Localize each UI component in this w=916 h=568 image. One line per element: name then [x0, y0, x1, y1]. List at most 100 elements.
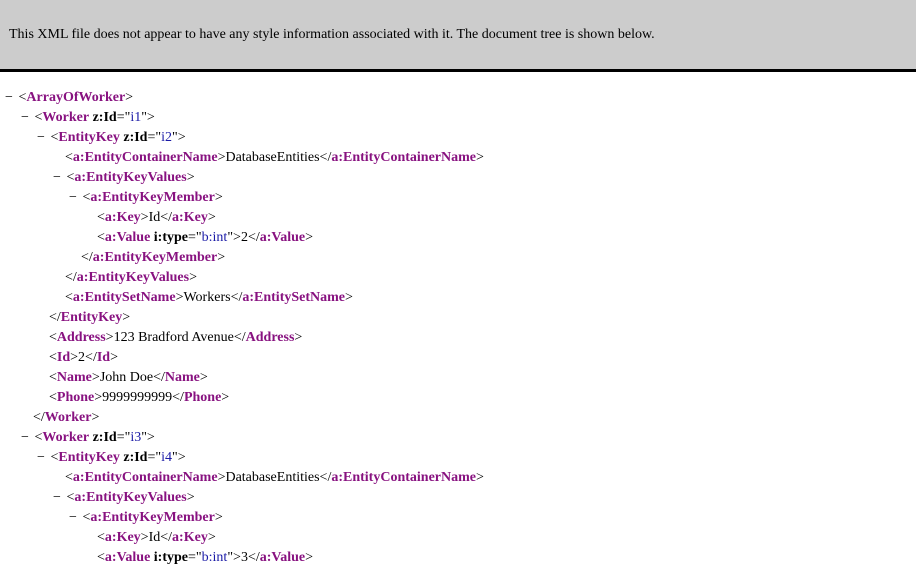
tag-bracket: >: [146, 110, 155, 125]
tag-name: Phone: [56, 390, 95, 405]
tag-bracket: >: [476, 470, 484, 485]
tag-bracket: >: [214, 190, 223, 205]
collapse-toggle-icon[interactable]: −: [69, 508, 79, 528]
tag-bracket: </: [247, 550, 260, 565]
tag-bracket: </: [33, 410, 45, 425]
tag-bracket: >: [233, 550, 241, 565]
attribute-value: b:int: [201, 230, 228, 245]
xml-info-banner: This XML file does not appear to have an…: [0, 0, 916, 72]
tag-bracket: >: [305, 230, 314, 245]
xml-line: − <a:EntityKeyValues>: [53, 488, 195, 508]
tag-bracket: >: [189, 270, 197, 285]
xml-line: − <EntityKey z:Id="i2">: [37, 128, 186, 148]
collapse-toggle-icon[interactable]: −: [53, 488, 63, 508]
tag-name: Name: [56, 370, 92, 385]
xml-line: − <a:EntityKeyMember>: [69, 188, 223, 208]
collapse-toggle-icon[interactable]: −: [37, 128, 47, 148]
element-text: DatabaseEntities: [225, 470, 320, 485]
tag-name: a:Key: [172, 210, 208, 225]
tag-name: a:Key: [104, 210, 141, 225]
tag-bracket: <: [49, 390, 57, 405]
attribute-name: i:type: [153, 550, 189, 565]
xml-line: <a:Key>Id</a:Key>: [97, 528, 216, 548]
xml-line: </EntityKey>: [49, 308, 130, 328]
tag-name: a:EntityKeyValues: [76, 270, 190, 285]
tag-bracket: >: [91, 370, 100, 385]
tag-name: EntityKey: [60, 310, 123, 325]
element-text: 2: [78, 350, 86, 365]
attribute-equals: =": [147, 450, 162, 465]
element-text: John Doe: [99, 370, 154, 385]
xml-line: <Name>John Doe</Name>: [49, 368, 208, 388]
xml-line: <a:EntitySetName>Workers</a:EntitySetNam…: [65, 288, 353, 308]
tag-bracket: >: [94, 390, 103, 405]
collapse-toggle-icon[interactable]: −: [5, 88, 15, 108]
tag-name: a:EntityContainerName: [331, 470, 476, 485]
tag-bracket: >: [70, 350, 79, 365]
xml-line: </Worker>: [33, 408, 99, 428]
attribute-name: z:Id: [123, 450, 148, 465]
attribute-name: i:type: [153, 230, 189, 245]
tag-bracket: >: [345, 290, 353, 305]
xml-line: − <Worker z:Id="i1">: [21, 108, 155, 128]
xml-line: <Address>123 Bradford Avenue</Address>: [49, 328, 302, 348]
tag-bracket: >: [186, 170, 195, 185]
element-text: Id: [148, 530, 161, 545]
tag-bracket: </: [233, 330, 246, 345]
collapse-toggle-icon[interactable]: −: [21, 428, 31, 448]
tag-bracket: >: [122, 310, 131, 325]
element-text: Id: [148, 210, 161, 225]
collapse-toggle-icon[interactable]: −: [53, 168, 63, 188]
tag-bracket: >: [140, 530, 149, 545]
attribute-name: z:Id: [123, 130, 148, 145]
tag-name: Phone: [183, 390, 222, 405]
attribute-value: i1: [130, 110, 142, 125]
xml-info-text: This XML file does not appear to have an…: [9, 27, 655, 42]
tag-name: a:EntityKeyMember: [92, 250, 218, 265]
tag-bracket: >: [91, 410, 100, 425]
xml-line: <a:EntityContainerName>DatabaseEntities<…: [65, 148, 484, 168]
tag-name: a:Key: [104, 530, 141, 545]
tag-name: a:Value: [259, 230, 306, 245]
attribute-equals: =": [188, 550, 202, 565]
tag-bracket: >: [233, 230, 241, 245]
tag-name: a:EntitySetName: [72, 290, 176, 305]
collapse-toggle-icon[interactable]: −: [69, 188, 79, 208]
tag-name: EntityKey: [58, 450, 120, 465]
tag-name: Id: [96, 350, 111, 365]
xml-line: <a:Key>Id</a:Key>: [97, 208, 216, 228]
tag-bracket: >: [199, 370, 208, 385]
tag-bracket: <: [65, 150, 73, 165]
xml-line: − <a:EntityKeyValues>: [53, 168, 195, 188]
tag-bracket: >: [140, 210, 149, 225]
tag-bracket: >: [177, 130, 186, 145]
collapse-toggle-icon[interactable]: −: [21, 108, 31, 128]
tag-name: a:EntityKeyMember: [90, 190, 215, 205]
xml-line: − <Worker z:Id="i3">: [21, 428, 155, 448]
tag-bracket: </: [65, 270, 77, 285]
xml-line: </a:EntityKeyValues>: [65, 268, 197, 288]
attribute-equals: =": [188, 230, 202, 245]
tag-name: Id: [56, 350, 71, 365]
tag-name: a:Value: [104, 550, 151, 565]
tag-name: a:EntityKeyMember: [90, 510, 215, 525]
tag-name: a:Value: [104, 230, 151, 245]
tag-bracket: <: [97, 230, 105, 245]
tag-name: ArrayOfWorker: [26, 90, 126, 105]
tag-bracket: </: [160, 210, 173, 225]
element-text: 2: [240, 230, 248, 245]
xml-line: <Id>2</Id>: [49, 348, 118, 368]
collapse-toggle-icon[interactable]: −: [37, 448, 47, 468]
tag-bracket: </: [160, 530, 173, 545]
tag-bracket: >: [221, 390, 230, 405]
tag-bracket: </: [153, 370, 165, 385]
tag-name: EntityKey: [58, 130, 120, 145]
attribute-value: i3: [130, 430, 142, 445]
tag-bracket: <: [97, 550, 105, 565]
tag-bracket: </: [172, 390, 184, 405]
tag-bracket: </: [247, 230, 260, 245]
tag-bracket: >: [125, 90, 134, 105]
tag-bracket: >: [476, 150, 484, 165]
tag-bracket: >: [105, 330, 114, 345]
tag-bracket: </: [230, 290, 243, 305]
